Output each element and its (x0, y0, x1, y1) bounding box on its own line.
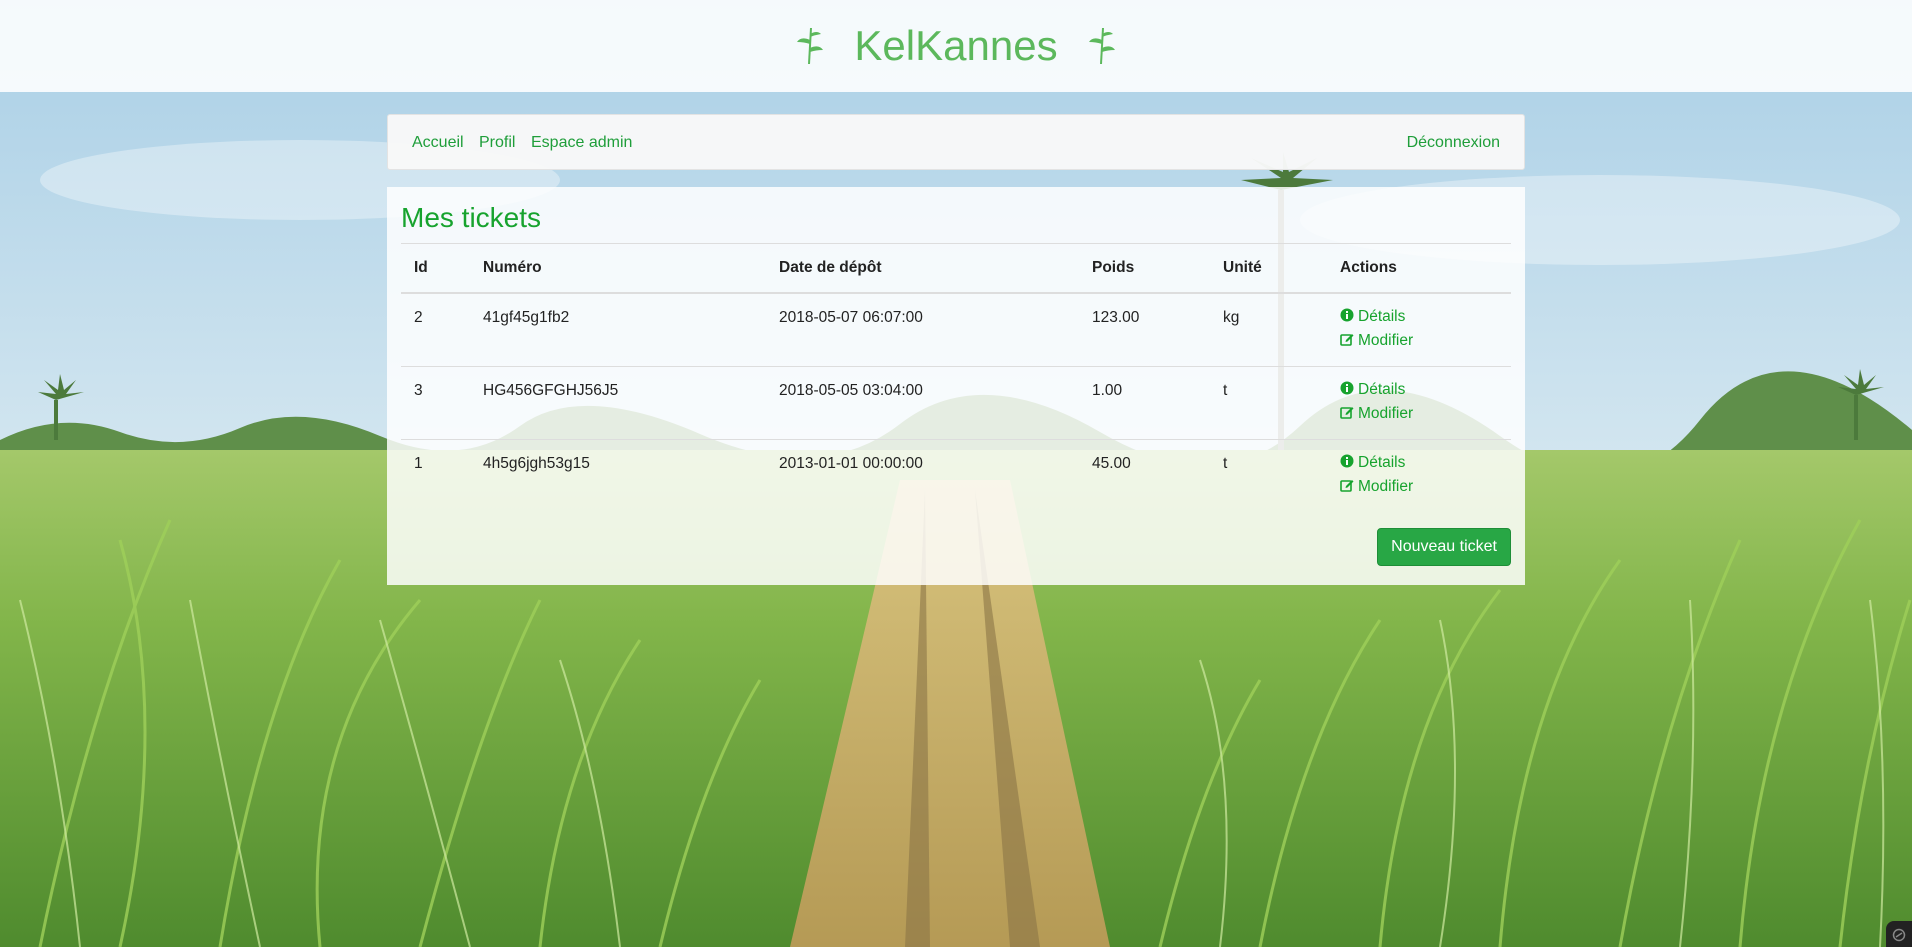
column-header-poids[interactable]: Poids (1079, 243, 1210, 294)
main-navbar: Accueil Profil Espace admin Déconnexion (387, 114, 1525, 170)
cell-poids: 123.00 (1079, 293, 1210, 367)
cell-id: 3 (401, 366, 470, 440)
column-header-numero[interactable]: Numéro (470, 243, 766, 294)
cell-id: 1 (414, 455, 423, 472)
table-row: 3 HG456GFGHJ56J5 2018-05-05 03:04:00 1.0… (401, 366, 1511, 440)
details-link[interactable]: Détails (1340, 305, 1498, 329)
edit-icon (1340, 480, 1354, 492)
cell-numero: 41gf45g1fb2 (470, 293, 766, 367)
site-header: KelKannes (0, 0, 1912, 92)
cell-actions: Détails Modifier (1327, 440, 1511, 513)
nav-accueil[interactable]: Accueil (412, 133, 464, 153)
details-label: Détails (1358, 381, 1406, 398)
info-circle-icon (1340, 308, 1354, 322)
edit-link[interactable]: Modifier (1340, 475, 1498, 499)
details-label: Détails (1358, 454, 1406, 471)
column-header-unite[interactable]: Unité (1210, 243, 1327, 294)
nav-espace-admin[interactable]: Espace admin (531, 133, 632, 153)
brand-name: KelKannes (854, 21, 1058, 69)
cell-date: 2018-05-07 06:07:00 (766, 293, 1079, 367)
table-row: 1 4h5g6jgh53g15 2013-01-01 00:00:00 45.0… (401, 440, 1511, 513)
cell-numero: 4h5g6jgh53g15 (483, 455, 590, 472)
cell-id: 2 (401, 293, 470, 367)
tickets-panel: Mes tickets Id Numéro Date de dépôt Poid… (387, 187, 1525, 585)
details-link[interactable]: Détails (1340, 451, 1498, 475)
cell-date: 2013-01-01 00:00:00 (779, 455, 923, 472)
brand[interactable]: KelKannes (0, 18, 1912, 71)
edit-label: Modifier (1358, 332, 1414, 349)
edit-link[interactable]: Modifier (1340, 329, 1498, 353)
cane-leaf-icon (1087, 26, 1117, 66)
cell-poids: 1.00 (1079, 366, 1210, 440)
info-circle-icon (1340, 454, 1354, 468)
tickets-table: Id Numéro Date de dépôt Poids Unité Acti… (401, 243, 1511, 512)
cell-unite: kg (1210, 293, 1327, 367)
nav-deconnexion[interactable]: Déconnexion (1407, 133, 1500, 153)
info-circle-icon (1340, 381, 1354, 395)
cell-poids: 45.00 (1092, 455, 1131, 472)
cell-unite: t (1223, 455, 1228, 472)
new-ticket-button[interactable]: Nouveau ticket (1377, 528, 1511, 566)
cell-actions: Détails Modifier (1327, 293, 1511, 367)
column-header-actions: Actions (1327, 243, 1511, 294)
cell-numero: HG456GFGHJ56J5 (470, 366, 766, 440)
table-row: 2 41gf45g1fb2 2018-05-07 06:07:00 123.00… (401, 293, 1511, 367)
nav-profil[interactable]: Profil (479, 133, 515, 153)
column-header-date[interactable]: Date de dépôt (766, 243, 1079, 294)
edit-label: Modifier (1358, 405, 1414, 422)
cell-actions: Détails Modifier (1327, 366, 1511, 440)
table-header-row: Id Numéro Date de dépôt Poids Unité Acti… (401, 243, 1511, 294)
details-label: Détails (1358, 308, 1406, 325)
edit-label: Modifier (1358, 478, 1414, 495)
edit-icon (1340, 407, 1354, 419)
cane-leaf-icon (795, 26, 825, 66)
page-title: Mes tickets (401, 202, 542, 233)
details-link[interactable]: Détails (1340, 378, 1498, 402)
cell-date: 2018-05-05 03:04:00 (766, 366, 1079, 440)
debug-toolbar-icon[interactable] (1886, 921, 1912, 947)
edit-icon (1340, 334, 1354, 346)
cell-unite: t (1210, 366, 1327, 440)
column-header-id[interactable]: Id (401, 243, 470, 294)
edit-link[interactable]: Modifier (1340, 402, 1498, 426)
